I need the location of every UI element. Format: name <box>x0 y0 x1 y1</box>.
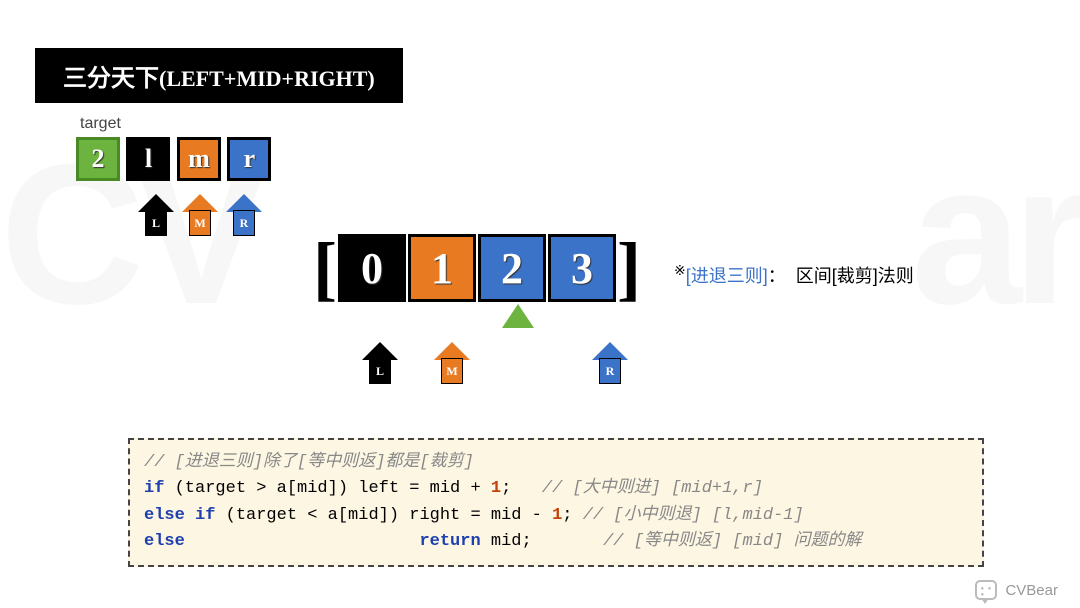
footer-text: CVBear <box>1005 582 1058 599</box>
arrow-L: L <box>138 194 174 236</box>
watermark-right: ar <box>911 120 1080 350</box>
kw-return: return <box>419 532 480 551</box>
cell-0: 0 <box>338 234 406 302</box>
caption-text: ※[进退三则]： 区间[裁剪]法则 <box>674 262 914 288</box>
target-cell: 2 <box>76 137 120 181</box>
right-bracket: ] <box>617 232 641 304</box>
rule-name: [进退三则] <box>686 266 768 286</box>
cell-1: 1 <box>408 234 476 302</box>
first-row: 2 l m r <box>75 137 272 181</box>
target-label: target <box>80 115 121 133</box>
arrow2-R: R <box>592 342 628 384</box>
target-marker-triangle <box>502 304 534 328</box>
code-block: // [进退三则]除了[等中则返]都是[裁剪] if (target > a[m… <box>128 438 984 567</box>
arrow-R: R <box>226 194 262 236</box>
footer-credit: ● ● ● CVBear <box>975 580 1058 600</box>
kw-if: if <box>144 479 164 498</box>
cell-l: l <box>126 137 170 181</box>
code-comment-header: // [进退三则]除了[等中则返]都是[裁剪] <box>144 453 474 472</box>
kw-elseif: else if <box>144 506 215 525</box>
title-banner: 三分天下(LEFT+MID+RIGHT) <box>35 48 403 103</box>
title-sub: (LEFT+MID+RIGHT) <box>159 66 375 91</box>
cell-m: m <box>177 137 221 181</box>
arrow2-L: L <box>362 342 398 384</box>
chat-icon: ● ● ● <box>975 580 997 600</box>
cell-r: r <box>227 137 271 181</box>
title-main: 三分天下 <box>63 65 159 92</box>
cell-2: 2 <box>478 234 546 302</box>
left-bracket: [ <box>313 232 337 304</box>
pointer-arrows-row1: L M R <box>138 194 262 236</box>
arrow2-M: M <box>434 342 470 384</box>
array-row: [ 0 1 2 3 ] <box>313 232 641 304</box>
cell-3: 3 <box>548 234 616 302</box>
arrow-M: M <box>182 194 218 236</box>
kw-else: else <box>144 532 185 551</box>
